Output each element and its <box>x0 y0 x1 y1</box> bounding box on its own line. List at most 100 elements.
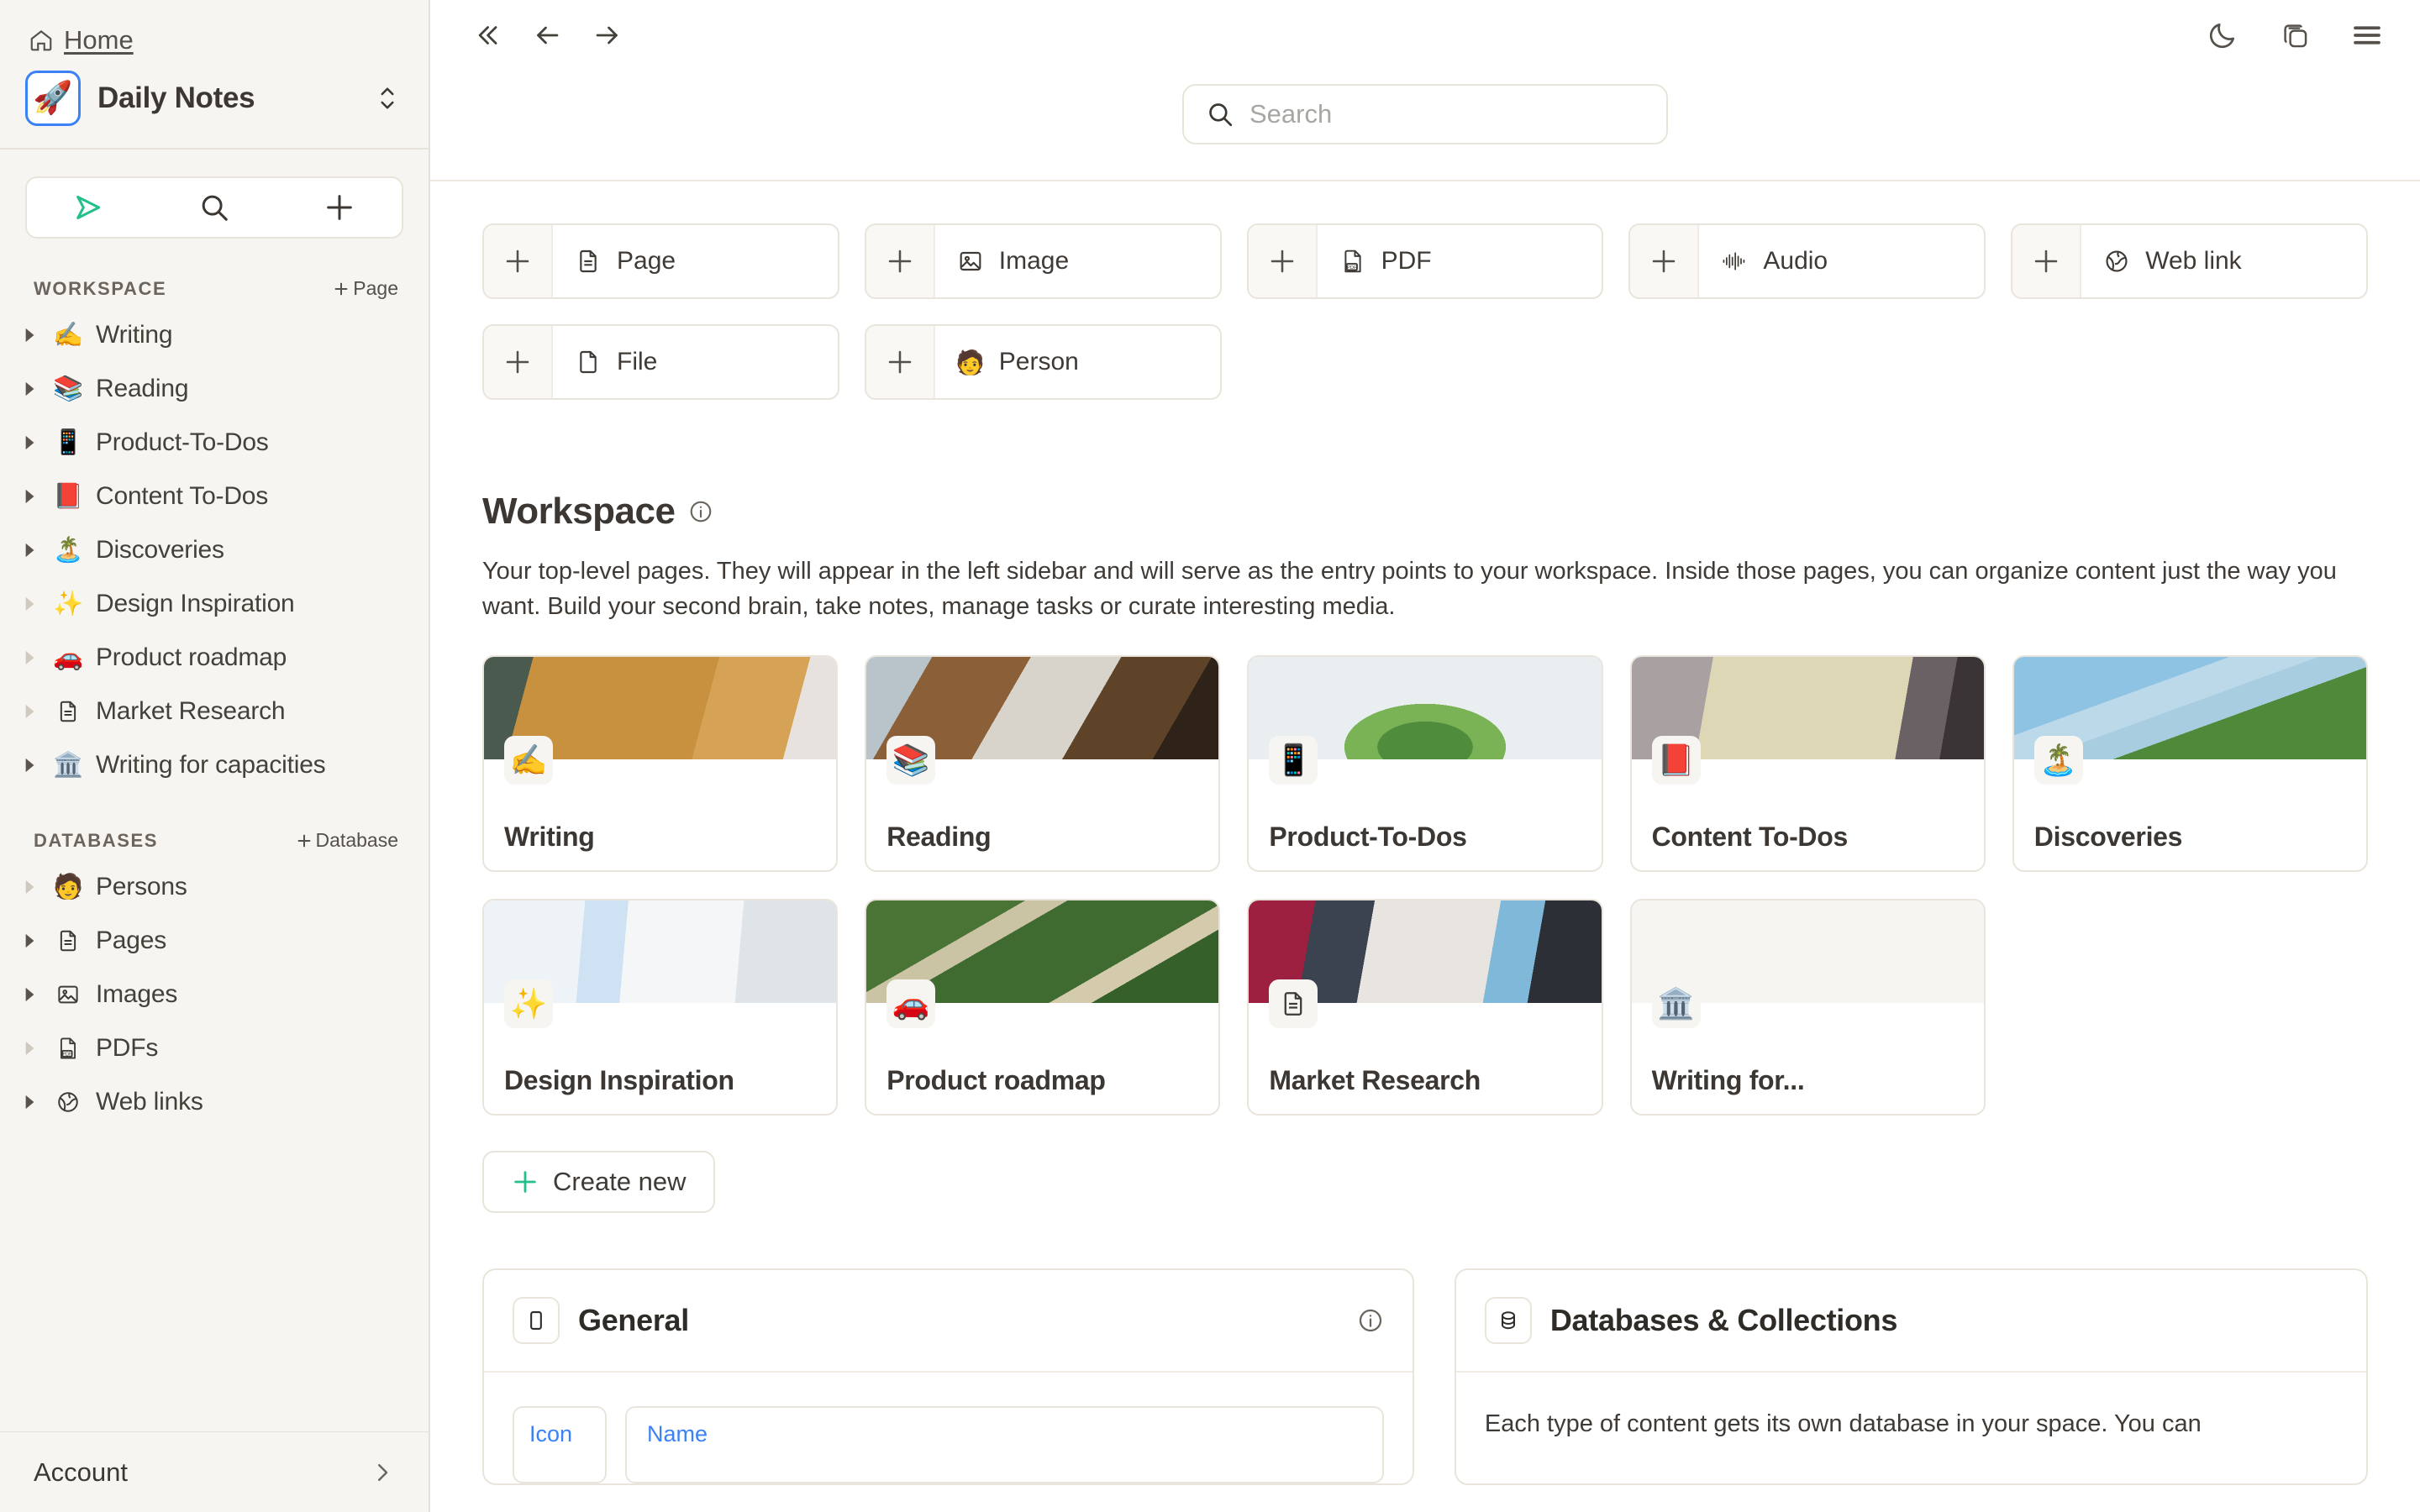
plus-icon <box>1270 249 1293 273</box>
menu-button[interactable] <box>2348 16 2386 55</box>
search-input[interactable]: Search <box>1182 84 1668 144</box>
workspace-card-market-research[interactable]: Market Research <box>1247 898 1603 1116</box>
workspace-card-product-to-dos[interactable]: 📱 Product-To-Dos <box>1247 654 1603 872</box>
workspace-section-label: WORKSPACE <box>34 277 167 299</box>
workspace-description: Your top-level pages. They will appear i… <box>482 558 2337 620</box>
expand-caret-icon[interactable] <box>18 754 40 776</box>
icon-field[interactable]: Icon <box>513 1405 607 1483</box>
expand-caret-icon[interactable] <box>18 378 40 400</box>
chevron-up-down-icon[interactable] <box>375 80 400 117</box>
expand-caret-icon[interactable] <box>18 324 40 346</box>
top-toolbar <box>430 0 2420 71</box>
plus-icon <box>2034 249 2058 273</box>
quick-add-plus-button[interactable] <box>1248 225 1318 297</box>
add-page-button[interactable]: Page <box>332 277 398 300</box>
sidebar-item-discoveries[interactable]: 🏝️ Discoveries <box>0 523 429 577</box>
sidebar-item-pages[interactable]: Pages <box>0 914 429 968</box>
home-breadcrumb[interactable]: Home <box>0 0 429 59</box>
expand-caret-icon[interactable] <box>18 876 40 898</box>
workspace-card-design-inspiration[interactable]: ✨ Design Inspiration <box>482 898 839 1116</box>
name-field[interactable]: Name <box>625 1405 1384 1483</box>
quick-add-plus-button[interactable] <box>1630 225 1700 297</box>
moon-icon <box>2209 23 2235 49</box>
workspace-card-emoji: 🚗 <box>886 979 936 1028</box>
sidebar-search-button[interactable] <box>152 178 277 237</box>
expand-caret-icon[interactable] <box>18 1037 40 1059</box>
expand-caret-icon[interactable] <box>18 593 40 615</box>
sidebar-item-content-to-dos[interactable]: 📕 Content To-Dos <box>0 470 429 523</box>
quick-add-body: 🧑 Person <box>935 326 1220 398</box>
sidebar-item-label: Persons <box>96 873 187 900</box>
sidebar-item-writing-for-capacities[interactable]: 🏛️ Writing for capacities <box>0 738 429 792</box>
quick-add-person[interactable]: 🧑 Person <box>864 324 1222 400</box>
quick-add-label: Audio <box>1763 247 1828 275</box>
svg-text:PDF: PDF <box>63 1052 72 1057</box>
sidebar-item-writing[interactable]: ✍️ Writing <box>0 308 429 362</box>
expand-caret-icon[interactable] <box>18 930 40 952</box>
collapse-sidebar-button[interactable] <box>467 16 506 55</box>
account-row[interactable]: Account <box>0 1431 429 1512</box>
quick-add-page[interactable]: Page <box>482 223 839 299</box>
quick-add-web-link[interactable]: Web link <box>2011 223 2368 299</box>
search-icon <box>202 195 228 221</box>
collapse-sidebar-icon <box>478 26 497 45</box>
sidebar-item-label: Product-To-Dos <box>96 428 269 456</box>
sidebar-item-label: Product roadmap <box>96 643 287 671</box>
sidebar-item-web-links[interactable]: Web links <box>0 1075 429 1129</box>
sidebar-item-design-inspiration[interactable]: ✨ Design Inspiration <box>0 577 429 631</box>
space-switcher[interactable]: 🚀 Daily Notes <box>0 59 429 150</box>
sidebar-item-persons[interactable]: 🧑 Persons <box>0 860 429 914</box>
dark-mode-button[interactable] <box>2203 16 2242 55</box>
general-panel-title: General <box>578 1302 689 1337</box>
add-database-button[interactable]: Database <box>295 829 398 852</box>
name-field-label: Name <box>647 1420 708 1446</box>
sidebar-item-product-to-dos[interactable]: 📱 Product-To-Dos <box>0 416 429 470</box>
workspace-card-writing[interactable]: ✍️ Writing <box>482 654 839 872</box>
quick-add-body: Image <box>935 225 1220 297</box>
quick-add-audio[interactable]: Audio <box>1628 223 1986 299</box>
sidebar-item-reading[interactable]: 📚 Reading <box>0 362 429 416</box>
forward-button[interactable] <box>588 16 627 55</box>
quick-add-plus-button[interactable] <box>865 326 935 398</box>
expand-caret-icon[interactable] <box>18 701 40 722</box>
workspace-card-discoveries[interactable]: 🏝️ Discoveries <box>2012 654 2368 872</box>
workspace-card-product-roadmap[interactable]: 🚗 Product roadmap <box>865 898 1221 1116</box>
quick-add-image[interactable]: Image <box>864 223 1222 299</box>
layers-button[interactable] <box>2275 16 2314 55</box>
expand-caret-icon[interactable] <box>18 1091 40 1113</box>
send-button[interactable] <box>27 178 152 237</box>
expand-caret-icon[interactable] <box>18 647 40 669</box>
quick-add-plus-button[interactable] <box>484 225 553 297</box>
quick-add-body: Audio <box>1699 225 1984 297</box>
icon-field-label: Icon <box>529 1420 573 1446</box>
expand-caret-icon[interactable] <box>18 984 40 1005</box>
quick-add-plus-button[interactable] <box>484 326 553 398</box>
layers-icon <box>2284 24 2307 48</box>
back-button[interactable] <box>528 16 566 55</box>
add-page-label: Page <box>353 277 398 299</box>
sidebar-item-label: Web links <box>96 1088 203 1116</box>
expand-caret-icon[interactable] <box>18 539 40 561</box>
sidebar-item-pdfs[interactable]: PDF PDFs <box>0 1021 429 1075</box>
info-icon[interactable] <box>688 499 713 524</box>
expand-caret-icon[interactable] <box>18 432 40 454</box>
sidebar-item-label: Discoveries <box>96 536 224 564</box>
workspace-card-reading[interactable]: 📚 Reading <box>865 654 1221 872</box>
quick-add-pdf[interactable]: PDF PDF <box>1246 223 1604 299</box>
quick-add-plus-button[interactable] <box>865 225 935 297</box>
workspace-card-content-to-dos[interactable]: 📕 Content To-Dos <box>1629 654 1986 872</box>
create-new-button[interactable]: Create new <box>482 1150 715 1213</box>
send-icon <box>76 196 101 219</box>
sidebar-item-images[interactable]: Images <box>0 968 429 1021</box>
quick-add-label: File <box>617 348 658 375</box>
sidebar-item-product-roadmap[interactable]: 🚗 Product roadmap <box>0 631 429 685</box>
sidebar-add-button[interactable] <box>276 178 402 237</box>
space-title: Daily Notes <box>97 81 255 114</box>
expand-caret-icon[interactable] <box>18 486 40 507</box>
workspace-card-writing-for[interactable]: 🏛️ Writing for... <box>1629 898 1986 1116</box>
info-icon[interactable] <box>1357 1307 1384 1334</box>
quick-add-file[interactable]: File <box>482 324 839 400</box>
sidebar-item-market-research[interactable]: Market Research <box>0 685 429 738</box>
databases-collections-panel: Databases & Collections Each type of con… <box>1454 1268 2368 1485</box>
quick-add-plus-button[interactable] <box>2012 225 2082 297</box>
